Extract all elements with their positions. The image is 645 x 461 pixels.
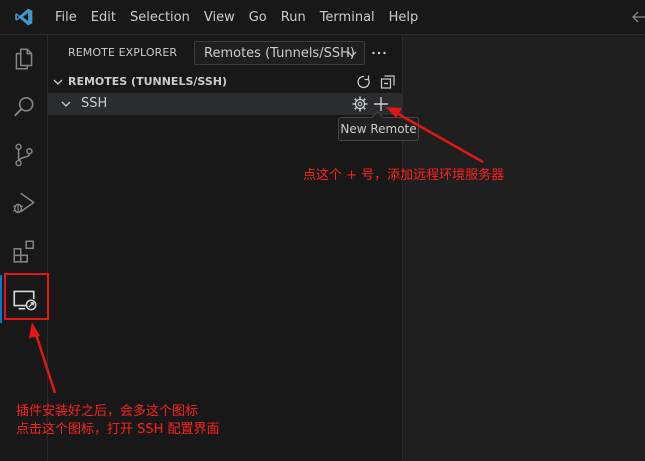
chevron-down-icon <box>61 101 71 107</box>
menu-help[interactable]: Help <box>382 0 426 35</box>
ssh-label: SSH <box>81 96 108 111</box>
explorer-icon[interactable] <box>0 35 48 83</box>
editor-area <box>404 36 645 461</box>
source-control-icon[interactable] <box>0 131 48 179</box>
more-actions-icon[interactable] <box>370 44 388 62</box>
search-icon[interactable] <box>0 83 48 131</box>
run-debug-icon[interactable] <box>0 179 48 227</box>
vscode-logo-icon <box>0 0 48 35</box>
refresh-icon[interactable] <box>355 73 373 91</box>
annotation-highlight-box <box>4 273 49 320</box>
remote-explorer-sidebar: REMOTE EXPLORER Remotes (Tunnels/SSH) RE… <box>48 35 403 461</box>
chevron-down-icon <box>347 51 357 57</box>
title-bar: File Edit Selection View Go Run Terminal… <box>0 0 645 35</box>
section-title: REMOTES (TUNNELS/SSH) <box>68 75 227 88</box>
menu-go[interactable]: Go <box>242 0 274 35</box>
icon-annotation-line1: 插件安装好之后，会多这个图标 <box>16 404 199 419</box>
sidebar-header: REMOTE EXPLORER Remotes (Tunnels/SSH) <box>48 35 403 70</box>
icon-annotation-line2: 点击这个图标，打开 SSH 配置界面 <box>16 422 220 437</box>
menu-selection[interactable]: Selection <box>123 0 197 35</box>
back-arrow-icon[interactable] <box>631 8 645 26</box>
menu-edit[interactable]: Edit <box>84 0 123 35</box>
remote-type-select[interactable]: Remotes (Tunnels/SSH) <box>194 41 365 65</box>
ssh-tree-item[interactable]: SSH <box>48 93 403 115</box>
menu-terminal[interactable]: Terminal <box>313 0 382 35</box>
collapse-all-icon[interactable] <box>379 73 397 91</box>
remote-type-select-value: Remotes (Tunnels/SSH) <box>204 45 355 61</box>
gear-icon[interactable] <box>351 95 369 113</box>
plus-annotation-text: 点这个 + 号，添加远程环境服务器 <box>303 168 505 183</box>
activity-bar <box>0 35 48 461</box>
extensions-icon[interactable] <box>0 227 48 275</box>
chevron-down-icon <box>53 79 63 85</box>
menu-file[interactable]: File <box>48 0 84 35</box>
remotes-section-header[interactable]: REMOTES (TUNNELS/SSH) <box>48 71 403 93</box>
new-remote-tooltip: New Remote <box>338 117 419 141</box>
menu-run[interactable]: Run <box>274 0 313 35</box>
sidebar-title: REMOTE EXPLORER <box>68 46 178 59</box>
add-icon[interactable] <box>372 95 390 113</box>
menu-view[interactable]: View <box>197 0 242 35</box>
menu-bar: File Edit Selection View Go Run Terminal… <box>48 0 425 35</box>
